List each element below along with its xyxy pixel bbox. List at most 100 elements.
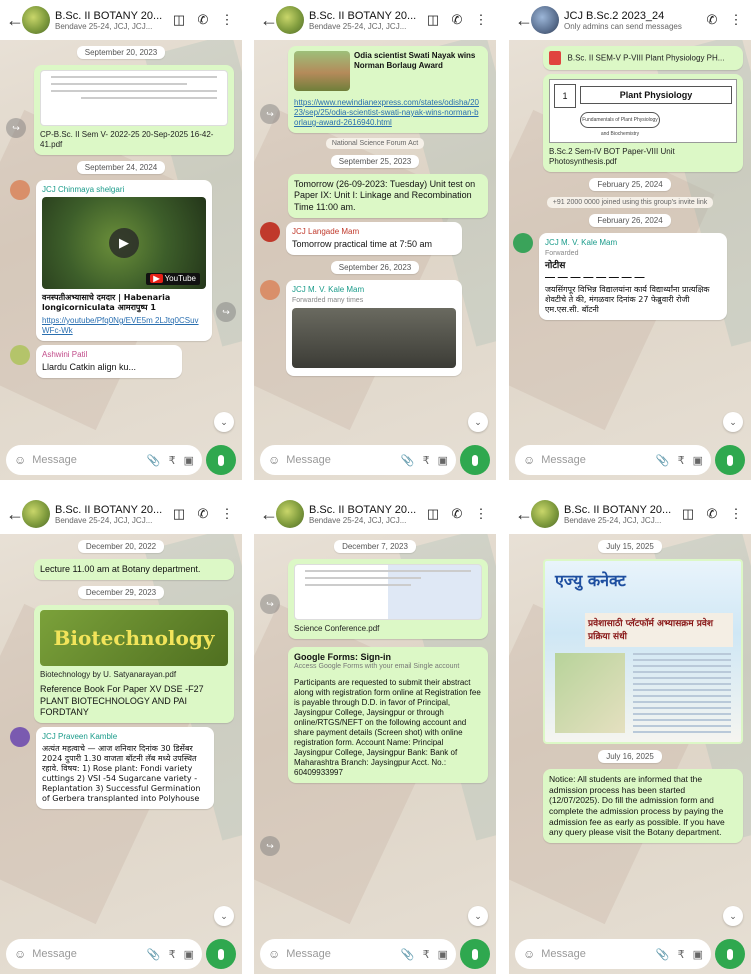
video-call-icon[interactable]: ◫ xyxy=(170,12,188,28)
message-list[interactable]: December 7, 2023 Science Conference.pdf … xyxy=(254,534,496,934)
payment-icon[interactable]: ₹ xyxy=(423,948,430,961)
text-message[interactable]: Tomorrow (26-09-2023: Tuesday) Unit test… xyxy=(288,174,488,218)
text-message[interactable]: Lecture 11.00 am at Botany department. xyxy=(34,559,234,581)
message-input[interactable]: ☺ Message 📎 ₹ ▣ xyxy=(6,445,202,475)
message-input[interactable]: ☺ Message 📎 ₹ ▣ xyxy=(260,445,456,475)
camera-icon[interactable]: ▣ xyxy=(693,454,703,467)
forward-icon[interactable]: ↪ xyxy=(260,594,280,614)
back-arrow-icon[interactable]: ← xyxy=(515,10,533,31)
mic-icon[interactable] xyxy=(206,939,236,969)
phone-icon[interactable]: ✆ xyxy=(448,12,466,28)
video-call-icon[interactable]: ◫ xyxy=(424,506,442,522)
message-input[interactable]: ☺ Message 📎 ₹ ▣ xyxy=(6,939,202,969)
forward-icon[interactable]: ↪ xyxy=(216,302,236,322)
more-vert-icon[interactable]: ⋮ xyxy=(727,506,745,522)
document-message[interactable]: CP-B.Sc. II Sem V- 2022-25 20-Sep-2025 1… xyxy=(34,65,234,155)
partial-message[interactable]: Ashwini Patil Llardu Catkin align ku... xyxy=(10,345,182,379)
video-link[interactable]: https://youtube/Pfq0Ng/EVE5m 2LJtq0CSuvW… xyxy=(42,316,206,336)
mic-icon[interactable] xyxy=(206,445,236,475)
play-icon[interactable]: ▶ xyxy=(109,228,139,258)
link-message[interactable]: Odia scientist Swati Nayak wins Norman B… xyxy=(288,46,488,133)
message-list[interactable]: December 20, 2022 Lecture 11.00 am at Bo… xyxy=(0,534,242,934)
phone-icon[interactable]: ✆ xyxy=(703,506,721,522)
image-message[interactable]: JCJ M. V. Kale Mam Forwarded many times xyxy=(260,280,462,376)
scroll-down-button[interactable]: ⌄ xyxy=(214,906,234,926)
back-arrow-icon[interactable]: ← xyxy=(260,10,278,31)
group-avatar[interactable] xyxy=(276,6,304,34)
scroll-down-button[interactable]: ⌄ xyxy=(723,412,743,432)
document-message[interactable]: B.Sc. II SEM-V P-VIII Plant Physiology P… xyxy=(543,46,743,70)
scroll-down-button[interactable]: ⌄ xyxy=(214,412,234,432)
mic-icon[interactable] xyxy=(460,939,490,969)
back-arrow-icon[interactable]: ← xyxy=(6,504,24,525)
newspaper-image-message[interactable]: एज्यु कनेक्ट प्रवेशासाठी प्लॅटफॉर्म अभ्य… xyxy=(543,559,743,744)
emoji-icon[interactable]: ☺ xyxy=(268,453,280,467)
payment-icon[interactable]: ₹ xyxy=(678,454,685,467)
payment-icon[interactable]: ₹ xyxy=(423,454,430,467)
more-vert-icon[interactable]: ⋮ xyxy=(218,506,236,522)
attach-icon[interactable]: 📎 xyxy=(656,948,670,961)
scroll-down-button[interactable]: ⌄ xyxy=(468,412,488,432)
notice-message[interactable]: Notice: All students are informed that t… xyxy=(543,769,743,843)
document-message[interactable]: 1 Plant Physiology Fundamentals of Plant… xyxy=(543,74,743,172)
chat-title-block[interactable]: B.Sc. II BOTANY 20... Bendave 25-24, JCJ… xyxy=(309,10,418,31)
message-input[interactable]: ☺ Message 📎 ₹ ▣ xyxy=(515,939,711,969)
phone-icon[interactable]: ✆ xyxy=(194,506,212,522)
forward-icon[interactable]: ↪ xyxy=(6,118,26,138)
payment-icon[interactable]: ₹ xyxy=(678,948,685,961)
message-list[interactable]: B.Sc. II SEM-V P-VIII Plant Physiology P… xyxy=(509,40,751,440)
camera-icon[interactable]: ▣ xyxy=(438,454,448,467)
attach-icon[interactable]: 📎 xyxy=(401,948,415,961)
mic-icon[interactable] xyxy=(715,445,745,475)
news-link[interactable]: https://www.newindianexpress.com/states/… xyxy=(294,98,482,128)
forward-icon[interactable]: ↪ xyxy=(260,104,280,124)
text-message[interactable]: JCJ Langade Mam Tomorrow practical time … xyxy=(260,221,462,255)
mic-icon[interactable] xyxy=(715,939,745,969)
attach-icon[interactable]: 📎 xyxy=(147,948,161,961)
back-arrow-icon[interactable]: ← xyxy=(260,504,278,525)
camera-icon[interactable]: ▣ xyxy=(693,948,703,961)
phone-icon[interactable]: ✆ xyxy=(448,506,466,522)
back-arrow-icon[interactable]: ← xyxy=(6,10,24,31)
emoji-icon[interactable]: ☺ xyxy=(14,947,26,961)
more-vert-icon[interactable]: ⋮ xyxy=(472,506,490,522)
group-avatar[interactable] xyxy=(276,500,304,528)
emoji-icon[interactable]: ☺ xyxy=(523,947,535,961)
scroll-down-button[interactable]: ⌄ xyxy=(468,906,488,926)
group-avatar[interactable] xyxy=(531,6,559,34)
image-thumbnail[interactable] xyxy=(292,307,456,368)
message-list[interactable]: Odia scientist Swati Nayak wins Norman B… xyxy=(254,40,496,440)
chat-title-block[interactable]: B.Sc. II BOTANY 20... Bendave 25-24, JCJ… xyxy=(309,504,418,525)
notice-message[interactable]: JCJ Praveen Kamble अत्यंत महत्वाचे — आज … xyxy=(10,727,214,809)
mic-icon[interactable] xyxy=(460,445,490,475)
chat-title-block[interactable]: B.Sc. II BOTANY 20... Bendave 25-24, JCJ… xyxy=(55,504,164,525)
phone-icon[interactable]: ✆ xyxy=(703,12,721,28)
more-vert-icon[interactable]: ⋮ xyxy=(472,12,490,28)
more-vert-icon[interactable]: ⋮ xyxy=(218,12,236,28)
scroll-down-button[interactable]: ⌄ xyxy=(723,906,743,926)
camera-icon[interactable]: ▣ xyxy=(184,454,194,467)
forward-icon[interactable]: ↪ xyxy=(260,836,280,856)
link-preview[interactable]: Odia scientist Swati Nayak wins Norman B… xyxy=(294,51,482,94)
video-message[interactable]: JCJ Chinmaya shelgari ▶ ▶ YouTube वनस्पती… xyxy=(10,180,212,341)
emoji-icon[interactable]: ☺ xyxy=(268,947,280,961)
notice-message[interactable]: JCJ M. V. Kale Mam Forwarded नोटीस — — —… xyxy=(513,233,727,320)
attach-icon[interactable]: 📎 xyxy=(147,454,161,467)
group-avatar[interactable] xyxy=(22,6,50,34)
chat-title-block[interactable]: B.Sc. II BOTANY 20... Bendave 25-24, JCJ… xyxy=(564,504,673,525)
payment-icon[interactable]: ₹ xyxy=(169,454,176,467)
document-message[interactable]: Biotechnology Biotechnology by U. Satyan… xyxy=(34,605,234,723)
chat-title-block[interactable]: B.Sc. II BOTANY 20... Bendave 25-24, JCJ… xyxy=(55,10,164,31)
back-arrow-icon[interactable]: ← xyxy=(515,504,533,525)
video-call-icon[interactable]: ◫ xyxy=(424,12,442,28)
emoji-icon[interactable]: ☺ xyxy=(14,453,26,467)
video-call-icon[interactable]: ◫ xyxy=(679,506,697,522)
text-message[interactable]: Google Forms: Sign-in Access Google Form… xyxy=(288,647,488,783)
youtube-thumbnail[interactable]: ▶ ▶ YouTube xyxy=(42,197,206,289)
message-list[interactable]: July 15, 2025 एज्यु कनेक्ट प्रवेशासाठी प… xyxy=(509,534,751,934)
camera-icon[interactable]: ▣ xyxy=(184,948,194,961)
payment-icon[interactable]: ₹ xyxy=(169,948,176,961)
phone-icon[interactable]: ✆ xyxy=(194,12,212,28)
message-list[interactable]: September 20, 2023 CP-B.Sc. II Sem V- 20… xyxy=(0,40,242,440)
attach-icon[interactable]: 📎 xyxy=(656,454,670,467)
